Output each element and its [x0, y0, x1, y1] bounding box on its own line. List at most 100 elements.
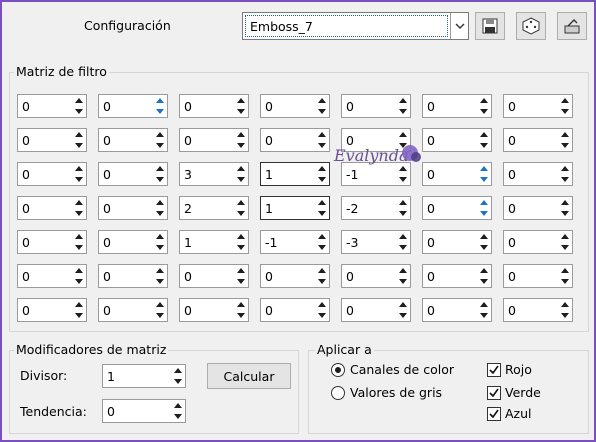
matrix-cell-value[interactable]: 0 [346, 303, 354, 318]
matrix-cell-value[interactable]: 1 [265, 167, 273, 182]
matrix-cell-value[interactable]: 0 [508, 167, 516, 182]
matrix-cell-spinner[interactable] [316, 164, 328, 184]
matrix-cell-spinner[interactable] [478, 130, 490, 150]
radio-color-button[interactable] [331, 362, 345, 377]
random-button[interactable] [516, 12, 546, 40]
bias-value[interactable]: 0 [107, 404, 115, 419]
matrix-cell-value[interactable]: 0 [103, 201, 111, 216]
matrix-cell[interactable]: 0 [422, 162, 492, 186]
matrix-cell-spinner[interactable] [235, 96, 247, 116]
matrix-cell-spinner[interactable] [397, 198, 409, 218]
matrix-cell[interactable]: 0 [179, 298, 249, 322]
matrix-cell-value[interactable]: 0 [508, 269, 516, 284]
matrix-cell[interactable]: 0 [98, 94, 168, 118]
matrix-cell-spinner[interactable] [73, 300, 85, 320]
matrix-cell-value[interactable]: 1 [265, 201, 273, 216]
matrix-cell-spinner[interactable] [154, 300, 166, 320]
matrix-cell-spinner[interactable] [235, 232, 247, 252]
matrix-cell-spinner[interactable] [559, 198, 571, 218]
matrix-cell-spinner[interactable] [235, 198, 247, 218]
matrix-cell-spinner[interactable] [397, 232, 409, 252]
matrix-cell-value[interactable]: 0 [427, 235, 435, 250]
matrix-cell[interactable]: 0 [503, 298, 573, 322]
matrix-cell-value[interactable]: 0 [184, 303, 192, 318]
radio-gray-values[interactable]: Valores de gris [331, 385, 442, 400]
matrix-cell-value[interactable]: 0 [508, 133, 516, 148]
matrix-cell-value[interactable]: 0 [22, 167, 30, 182]
matrix-cell[interactable]: 1 [260, 196, 330, 220]
matrix-cell-spinner[interactable] [235, 300, 247, 320]
matrix-cell-value[interactable]: 0 [103, 133, 111, 148]
matrix-cell-value[interactable]: 2 [184, 201, 192, 216]
bias-spinner[interactable] [172, 401, 184, 421]
matrix-cell-spinner[interactable] [73, 198, 85, 218]
matrix-cell[interactable]: 0 [422, 264, 492, 288]
matrix-cell-value[interactable]: -3 [346, 235, 358, 250]
matrix-cell-spinner[interactable] [478, 96, 490, 116]
matrix-cell[interactable]: 0 [503, 94, 573, 118]
matrix-cell[interactable]: 0 [98, 264, 168, 288]
preset-select[interactable]: Emboss_7 [242, 12, 469, 40]
matrix-cell-value[interactable]: 0 [22, 99, 30, 114]
matrix-cell-spinner[interactable] [559, 164, 571, 184]
matrix-cell[interactable]: 0 [179, 264, 249, 288]
matrix-cell-value[interactable]: 0 [184, 269, 192, 284]
matrix-cell-spinner[interactable] [73, 232, 85, 252]
matrix-cell[interactable]: 2 [179, 196, 249, 220]
matrix-cell[interactable]: 0 [503, 162, 573, 186]
matrix-cell[interactable]: 0 [503, 196, 573, 220]
preset-value[interactable]: Emboss_7 [245, 15, 448, 37]
matrix-cell-value[interactable]: 0 [427, 303, 435, 318]
matrix-cell-spinner[interactable] [478, 232, 490, 252]
matrix-cell-spinner[interactable] [316, 266, 328, 286]
matrix-cell-spinner[interactable] [73, 266, 85, 286]
matrix-cell-spinner[interactable] [397, 266, 409, 286]
matrix-cell[interactable]: 0 [17, 128, 87, 152]
matrix-cell-value[interactable]: 0 [184, 133, 192, 148]
matrix-cell-value[interactable]: 0 [22, 133, 30, 148]
matrix-cell-spinner[interactable] [478, 164, 490, 184]
matrix-cell-value[interactable]: 0 [22, 235, 30, 250]
matrix-cell-spinner[interactable] [154, 266, 166, 286]
checkbox-blue[interactable]: Azul [487, 406, 532, 421]
matrix-cell-value[interactable]: 0 [427, 201, 435, 216]
matrix-cell-value[interactable]: 0 [103, 99, 111, 114]
matrix-cell-value[interactable]: 0 [265, 99, 273, 114]
matrix-cell[interactable]: 0 [98, 298, 168, 322]
matrix-cell-spinner[interactable] [235, 266, 247, 286]
matrix-cell-spinner[interactable] [154, 164, 166, 184]
matrix-cell[interactable]: 0 [17, 94, 87, 118]
matrix-cell[interactable]: 0 [341, 298, 411, 322]
matrix-cell-spinner[interactable] [559, 232, 571, 252]
matrix-cell[interactable]: 0 [98, 230, 168, 254]
matrix-cell-value[interactable]: 0 [427, 99, 435, 114]
matrix-cell[interactable]: 3 [179, 162, 249, 186]
matrix-cell-value[interactable]: 0 [346, 99, 354, 114]
matrix-cell-value[interactable]: 0 [265, 133, 273, 148]
matrix-cell[interactable]: 0 [17, 162, 87, 186]
matrix-cell-spinner[interactable] [154, 130, 166, 150]
matrix-cell-spinner[interactable] [397, 96, 409, 116]
divisor-spinner[interactable] [172, 366, 184, 386]
matrix-cell[interactable]: 1 [179, 230, 249, 254]
matrix-cell-value[interactable]: 0 [184, 99, 192, 114]
matrix-cell-value[interactable]: -2 [346, 201, 358, 216]
matrix-cell[interactable]: 0 [98, 196, 168, 220]
matrix-cell[interactable]: 0 [179, 128, 249, 152]
matrix-cell-value[interactable]: 0 [103, 235, 111, 250]
matrix-cell-spinner[interactable] [316, 300, 328, 320]
radio-color-channels[interactable]: Canales de color [331, 362, 454, 377]
matrix-cell-spinner[interactable] [316, 130, 328, 150]
matrix-cell[interactable]: 0 [260, 264, 330, 288]
matrix-cell[interactable]: 0 [341, 94, 411, 118]
matrix-cell-spinner[interactable] [235, 130, 247, 150]
matrix-cell-spinner[interactable] [478, 300, 490, 320]
matrix-cell-spinner[interactable] [73, 130, 85, 150]
matrix-cell-spinner[interactable] [559, 130, 571, 150]
preset-dropdown-button[interactable] [450, 13, 468, 39]
checkbox-red-box[interactable] [487, 362, 501, 377]
matrix-cell-spinner[interactable] [316, 232, 328, 252]
matrix-cell[interactable]: 0 [422, 94, 492, 118]
matrix-cell-value[interactable]: 0 [103, 269, 111, 284]
matrix-cell-value[interactable]: -1 [265, 235, 277, 250]
